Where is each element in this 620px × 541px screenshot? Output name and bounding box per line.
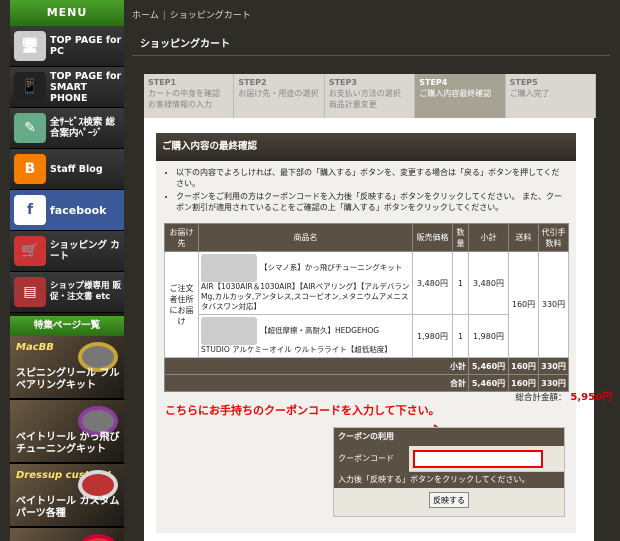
step-number: STEP3 (328, 78, 357, 87)
banner-custom[interactable]: Dressup custom! ベイトリール カスタムパーツ各種 (10, 464, 124, 528)
sidebar-item-cart[interactable]: 🛒 ショッピング カート (10, 231, 124, 272)
sidebar-item-shop[interactable]: ▤ ショップ様専用 販促・注文書 etc (10, 272, 124, 313)
step-number: STEP1 (148, 78, 177, 87)
grand-total: 総合計金額： 5,950円 (515, 388, 612, 403)
coupon-hint: 入力後「反映する」ボタンをクリックしてください。 (334, 472, 564, 488)
grand-total-value: 5,950円 (570, 392, 612, 403)
banner-label: スピニングリール フルベアリングキット (16, 368, 120, 391)
compass-icon: ✎ (14, 113, 46, 143)
apply-button[interactable]: 反映する (429, 492, 469, 508)
sidebar-item-facebook[interactable]: f facebook (10, 190, 124, 231)
subtotal-ship: 160円 (508, 357, 539, 375)
qty: 1 (452, 251, 469, 315)
product-image (201, 317, 257, 345)
banner-label: ベイトリール かっ飛びチューニングキット (16, 432, 120, 455)
notes: 以下の内容でよろしければ、最下部の「購入する」ボタンを、変更する場合は「戻る」ボ… (156, 161, 576, 219)
step-text: お支払い方法の選択 商品計量変更 (328, 89, 401, 109)
sidebar-item-blog[interactable]: B Staff Blog (10, 149, 124, 190)
shipping: 160円 (508, 251, 539, 358)
banner-label: ベイトリール カスタムパーツ各種 (16, 496, 120, 519)
step-2: STEP2 お届け先・用途の選択 (234, 74, 325, 118)
step-3: STEP3 お支払い方法の選択 商品計量変更 (325, 74, 416, 118)
monitor-icon: 🖥 (14, 31, 46, 61)
banner-tag: MacBB (16, 342, 54, 353)
shop-icon: ▤ (14, 277, 46, 307)
product-cell: 【超低摩擦・高耐久】HEDGEHOG STUDIO アルケミーオイル ウルトララ… (198, 314, 413, 358)
column-header: 代引手数料 (538, 223, 569, 252)
sidebar-item-top-smartphone[interactable]: 📱 TOP PAGE for SMART PHONE (10, 67, 124, 108)
coupon-header: クーポンの利用 (334, 428, 564, 446)
note: 以下の内容でよろしければ、最下部の「購入する」ボタンを、変更する場合は「戻る」ボ… (176, 167, 566, 189)
breadcrumb-current: ショッピングカート (169, 11, 251, 21)
breadcrumb-separator: | (162, 11, 166, 21)
blogger-icon: B (14, 154, 46, 184)
banner-spinning[interactable]: MacBB スピニングリール フルベアリングキット (10, 336, 124, 400)
step-text: ご購入内容最終確認 (419, 89, 492, 98)
order-table: お届け先 商品名 販売価格 数量 小計 送料 代引手数料 ご注文者住所にお届け … (164, 223, 569, 392)
subtotal-row: 小計 5,460円 160円 330円 (164, 357, 569, 375)
subtotal: 3,480円 (468, 251, 509, 315)
page-title: ショッピングカート (132, 34, 610, 56)
product-cell: 【シマノ系】かっ飛びチューニングキットAIR【1030AIR＆1030AIR】【… (198, 251, 413, 315)
banner-bait[interactable]: ベイトリール かっ飛びチューニングキット (10, 400, 124, 464)
total-value: 5,460円 (468, 374, 509, 392)
column-header: 商品名 (198, 223, 413, 252)
product-image (201, 254, 257, 282)
cod-fee: 330円 (538, 251, 569, 358)
step-number: STEP4 (419, 78, 448, 87)
step-4: STEP4 ご購入内容最終確認 (415, 74, 506, 118)
section-title: ご購入内容の最終確認 (156, 133, 576, 161)
banner-parts[interactable] (10, 528, 124, 541)
total-label: 合計 (164, 374, 469, 392)
step-5: STEP5 ご購入完了 (506, 74, 597, 118)
sidebar: MENU 🖥 TOP PAGE for PC 📱 TOP PAGE for SMAR… (10, 0, 124, 541)
step-1: STEP1 カートの中身を確認 お客様情報の入力 (144, 74, 235, 118)
column-header: 販売価格 (412, 223, 453, 252)
smartphone-icon: 📱 (14, 72, 46, 102)
reel-image (78, 534, 118, 541)
breadcrumb: ホーム | ショッピングカート (132, 8, 251, 21)
menu-header: MENU (10, 0, 124, 26)
step-number: STEP2 (238, 78, 267, 87)
subtotal-value: 5,460円 (468, 357, 509, 375)
coupon-code-input[interactable] (413, 449, 543, 468)
grand-total-label: 総合計金額： (515, 393, 567, 403)
sidebar-item-search[interactable]: ✎ 全ｻｰﾋﾞｽ検索 総合案内ﾍﾟｰｼﾞ (10, 108, 124, 149)
special-header: 特集ページ一覧 (10, 316, 124, 336)
table-row: 【超低摩擦・高耐久】HEDGEHOG STUDIO アルケミーオイル ウルトララ… (165, 314, 569, 358)
destination: ご注文者住所にお届け (164, 251, 199, 358)
price: 1,980円 (412, 314, 453, 358)
sidebar-item-top-pc[interactable]: 🖥 TOP PAGE for PC (10, 26, 124, 67)
qty: 1 (452, 314, 469, 358)
step-text: ご購入完了 (509, 89, 550, 98)
column-header: 小計 (468, 223, 509, 252)
step-text: お届け先・用途の選択 (238, 89, 319, 98)
total-row: 合計 5,460円 160円 330円 (164, 374, 569, 392)
subtotal-cod: 330円 (538, 357, 569, 375)
subtotal: 1,980円 (468, 314, 509, 358)
coupon-row: クーポンコード (334, 445, 564, 472)
cart-icon: 🛒 (14, 236, 46, 266)
coupon-label: クーポンコード (334, 445, 409, 472)
facebook-icon: f (14, 195, 46, 225)
coupon-panel: クーポンの利用 クーポンコード 入力後「反映する」ボタンをクリックしてください。… (333, 427, 565, 517)
step-number: STEP5 (509, 78, 538, 87)
step-indicator: STEP1 カートの中身を確認 お客様情報の入力 STEP2 お届け先・用途の選択 … (144, 74, 597, 118)
coupon-callout: こちらにお手持ちのクーポンコードを入力して下さい。 (165, 404, 440, 417)
column-header: 数量 (452, 223, 469, 252)
subtotal-label: 小計 (164, 357, 469, 375)
breadcrumb-home[interactable]: ホーム (132, 11, 159, 21)
column-header: お届け先 (164, 223, 199, 252)
table-row: ご注文者住所にお届け 【シマノ系】かっ飛びチューニングキットAIR【1030AI… (164, 251, 569, 358)
price: 3,480円 (412, 251, 453, 315)
step-text: カートの中身を確認 お客様情報の入力 (148, 89, 220, 109)
column-header: 送料 (508, 223, 539, 252)
note: クーポンをご利用の方はクーポンコードを入力後「反映する」ボタンをクリックしてくだ… (176, 191, 566, 213)
